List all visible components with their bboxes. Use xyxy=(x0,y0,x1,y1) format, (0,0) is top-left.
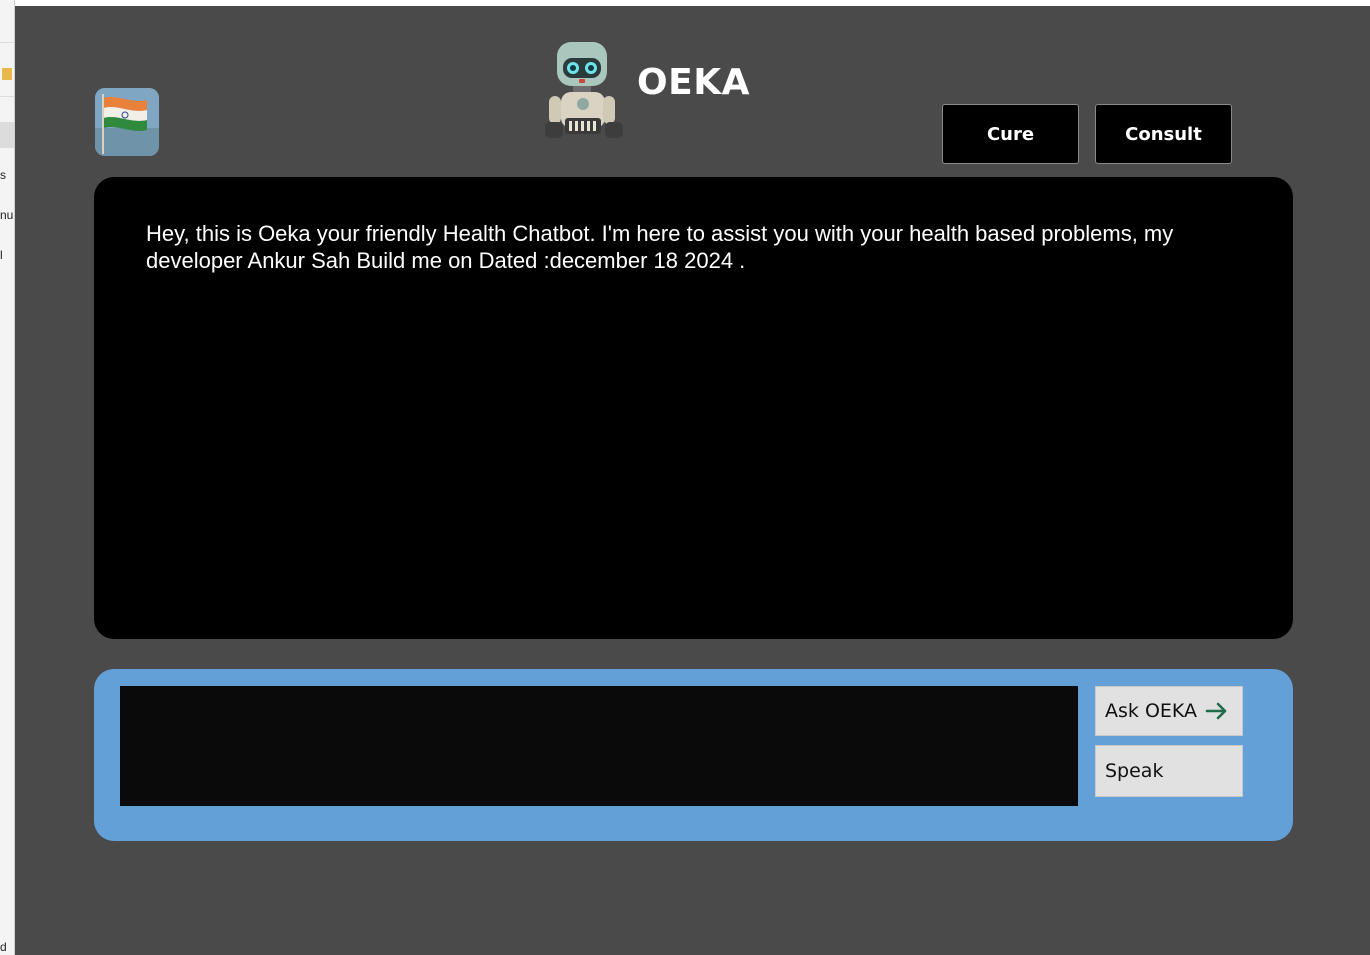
chat-panel: Hey, this is Oeka your friendly Health C… xyxy=(94,177,1293,639)
robot-icon xyxy=(545,42,623,138)
background-window-sidebar: s nu l d xyxy=(0,0,15,955)
speak-button[interactable]: Speak xyxy=(1095,745,1243,797)
india-flag-icon xyxy=(95,88,159,156)
sidebar-text-fragment: l xyxy=(0,248,3,262)
bot-welcome-message: Hey, this is Oeka your friendly Health C… xyxy=(146,221,1174,273)
sidebar-text-fragment: nu xyxy=(0,208,14,222)
arrow-right-icon xyxy=(1205,702,1227,720)
brand-title: OEKA xyxy=(637,61,750,103)
speak-label: Speak xyxy=(1105,760,1164,782)
brand: OEKA xyxy=(543,38,750,142)
sidebar-text-fragment: s xyxy=(0,168,6,182)
folder-icon xyxy=(2,68,12,80)
consult-button[interactable]: Consult xyxy=(1095,104,1232,164)
query-input[interactable] xyxy=(120,686,1078,806)
oeka-app-window: OEKA Cure Consult Hey, this is Oeka your… xyxy=(15,6,1370,955)
ask-oeka-label: Ask OEKA xyxy=(1105,700,1198,722)
sidebar-text-fragment: d xyxy=(0,940,7,954)
composer-panel: Ask OEKA Speak xyxy=(94,669,1293,841)
sidebar-divider xyxy=(0,42,14,43)
ask-oeka-button[interactable]: Ask OEKA xyxy=(1095,686,1243,736)
sidebar-selected-row xyxy=(0,122,14,148)
cure-button[interactable]: Cure xyxy=(942,104,1079,164)
india-flag-button[interactable] xyxy=(95,88,159,156)
sidebar-divider xyxy=(0,96,14,97)
